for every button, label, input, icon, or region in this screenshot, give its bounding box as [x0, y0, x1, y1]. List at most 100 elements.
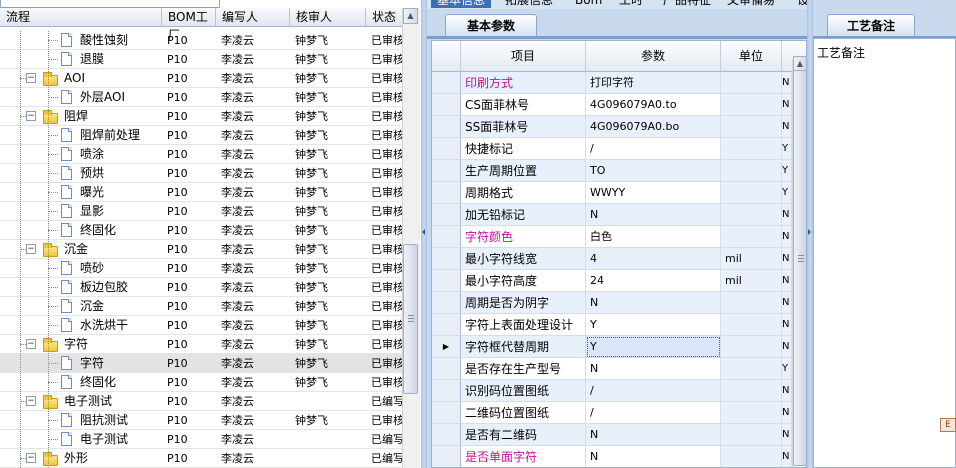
- param-value[interactable]: 打印字符: [586, 72, 721, 94]
- row-indicator[interactable]: [432, 292, 461, 314]
- tab-basic-info[interactable]: 基本信息: [431, 0, 492, 8]
- collapse-node-icon[interactable]: −: [26, 73, 36, 83]
- param-value[interactable]: 24: [586, 270, 721, 292]
- tree-row[interactable]: 电子测试 P10 李凌云 已编写: [0, 430, 402, 449]
- param-row[interactable]: 二维码位置图纸 / N: [432, 402, 806, 424]
- col-item[interactable]: 项目: [461, 41, 586, 72]
- tree-scrollbar[interactable]: ▲: [402, 8, 420, 468]
- row-indicator[interactable]: [432, 402, 461, 424]
- tab-process-remarks[interactable]: 工艺备注: [827, 14, 915, 36]
- param-row[interactable]: 字符上表面处理设计 Y N: [432, 314, 806, 336]
- param-row[interactable]: 是否存在生产型号 N Y: [432, 358, 806, 380]
- collapse-node-icon[interactable]: −: [26, 111, 36, 121]
- tree-row[interactable]: 退膜 P10 李凌云 钟梦飞 已审核: [0, 50, 402, 69]
- tree-row[interactable]: 阻抗测试 P10 李凌云 钟梦飞 已审核: [0, 411, 402, 430]
- param-row[interactable]: ▶ 字符框代替周期 Y N: [432, 336, 806, 358]
- param-value[interactable]: N: [586, 446, 721, 467]
- scroll-thumb[interactable]: [403, 244, 418, 394]
- tree-row[interactable]: 板边包胶 P10 李凌云 钟梦飞 已审核: [0, 278, 402, 297]
- tree-row[interactable]: − 沉金 P10 李凌云 钟梦飞 已审核: [0, 240, 402, 259]
- row-indicator[interactable]: ▶: [432, 336, 461, 358]
- param-row[interactable]: 周期是否为阴字 N N: [432, 292, 806, 314]
- collapse-node-icon[interactable]: −: [26, 339, 36, 349]
- param-value[interactable]: /: [586, 380, 721, 402]
- row-indicator[interactable]: [432, 116, 461, 138]
- tree-row[interactable]: 水洗烘干 P10 李凌云 钟梦飞 已审核: [0, 316, 402, 335]
- row-indicator[interactable]: [432, 248, 461, 270]
- tab-features[interactable]: 产品特征: [663, 0, 711, 8]
- param-value[interactable]: N: [586, 292, 721, 314]
- collapse-left-icon[interactable]: [422, 229, 425, 235]
- grid-scroll-thumb[interactable]: [793, 70, 806, 466]
- param-value[interactable]: Y: [586, 314, 721, 336]
- tree-row[interactable]: 预烘 P10 李凌云 钟梦飞 已审核: [0, 164, 402, 183]
- param-value[interactable]: N: [586, 204, 721, 226]
- tree-row[interactable]: 终固化 P10 李凌云 钟梦飞 已审核: [0, 373, 402, 392]
- row-indicator[interactable]: [432, 182, 461, 204]
- tree-row[interactable]: 曝光 P10 李凌云 钟梦飞 已审核: [0, 183, 402, 202]
- row-indicator[interactable]: [432, 270, 461, 292]
- col-param[interactable]: 参数: [586, 41, 721, 72]
- param-value[interactable]: 4: [586, 248, 721, 270]
- collapse-node-icon[interactable]: −: [26, 396, 36, 406]
- tree-row[interactable]: 喷涂 P10 李凌云 钟梦飞 已审核: [0, 145, 402, 164]
- col-author[interactable]: 编写人: [216, 8, 290, 26]
- param-row[interactable]: 加无铅标记 N N: [432, 204, 806, 226]
- row-indicator[interactable]: [432, 226, 461, 248]
- col-process[interactable]: 流程: [0, 8, 162, 26]
- scroll-up-icon[interactable]: ▲: [403, 8, 418, 24]
- tree-filter-box[interactable]: [0, 0, 220, 8]
- tree-row[interactable]: 显影 P10 李凌云 钟梦飞 已审核: [0, 202, 402, 221]
- tree-row[interactable]: 终固化 P10 李凌云 钟梦飞 已审核: [0, 221, 402, 240]
- param-value[interactable]: /: [586, 402, 721, 424]
- tree-row[interactable]: − 字符 P10 李凌云 钟梦飞 已审核: [0, 335, 402, 354]
- param-value[interactable]: TO: [586, 160, 721, 182]
- col-status[interactable]: 状态: [366, 8, 406, 26]
- param-value[interactable]: N: [586, 358, 721, 380]
- param-row[interactable]: SS面菲林号 4G096079A0.bo N: [432, 116, 806, 138]
- row-indicator[interactable]: [432, 446, 461, 467]
- row-indicator[interactable]: [432, 314, 461, 336]
- param-value[interactable]: /: [586, 138, 721, 160]
- tree-row[interactable]: − 外形 P10 李凌云 已编写: [0, 449, 402, 468]
- param-row[interactable]: 生产周期位置 TO Y: [432, 160, 806, 182]
- param-row[interactable]: 是否有二维码 N N: [432, 424, 806, 446]
- row-indicator[interactable]: [432, 138, 461, 160]
- param-value[interactable]: 白色: [586, 226, 721, 248]
- tab-basic-params[interactable]: 基本参数: [445, 14, 537, 36]
- param-value[interactable]: N: [586, 424, 721, 446]
- tree-row[interactable]: 沉金 P10 李凌云 钟梦飞 已审核: [0, 297, 402, 316]
- row-indicator[interactable]: [432, 160, 461, 182]
- collapse-right-icon[interactable]: [808, 229, 811, 235]
- tree-row[interactable]: 字符 P10 李凌云 钟梦飞 已审核: [0, 354, 402, 373]
- row-indicator[interactable]: [432, 94, 461, 116]
- param-row[interactable]: 字符颜色 白色 N: [432, 226, 806, 248]
- tree-row[interactable]: − AOI P10 李凌云 钟梦飞 已审核: [0, 69, 402, 88]
- param-row[interactable]: CS面菲林号 4G096079A0.to N: [432, 94, 806, 116]
- col-reviewer[interactable]: 核审人: [290, 8, 366, 26]
- row-indicator[interactable]: [432, 204, 461, 226]
- param-row[interactable]: 快捷标记 / Y: [432, 138, 806, 160]
- tab-hours[interactable]: 工时: [619, 0, 643, 8]
- tab-bom[interactable]: Bom: [575, 0, 602, 8]
- param-value[interactable]: WWYY: [586, 182, 721, 204]
- tree-row[interactable]: 阻焊前处理 P10 李凌云 钟梦飞 已审核: [0, 126, 402, 145]
- row-indicator[interactable]: [432, 358, 461, 380]
- tree-row[interactable]: 喷砂 P10 李凌云 钟梦飞 已审核: [0, 259, 402, 278]
- tree-row[interactable]: − 电子测试 P10 李凌云 已编写: [0, 392, 402, 411]
- param-row[interactable]: 最小字符高度 24 mil N: [432, 270, 806, 292]
- param-value[interactable]: 4G096079A0.to: [586, 94, 721, 116]
- param-row[interactable]: 周期格式 WWYY Y: [432, 182, 806, 204]
- collapse-node-icon[interactable]: −: [26, 453, 36, 463]
- collapse-node-icon[interactable]: −: [26, 244, 36, 254]
- row-indicator[interactable]: [432, 380, 461, 402]
- col-unit[interactable]: 单位: [721, 41, 782, 72]
- col-bom-factory[interactable]: BOM工厂: [162, 8, 216, 42]
- remarks-editor[interactable]: 工艺备注: [813, 38, 956, 468]
- tree-row[interactable]: 酸性蚀刻 P10 李凌云 钟梦飞 已审核: [0, 31, 402, 50]
- param-row[interactable]: 印刷方式 打印字符 N: [432, 72, 806, 94]
- tree-row[interactable]: − 阻焊 P10 李凌云 钟梦飞 已审核: [0, 107, 402, 126]
- tab-extended-info[interactable]: 拓展信息: [505, 0, 553, 8]
- tab-equipment[interactable]: 设备備易: [797, 0, 807, 8]
- row-indicator[interactable]: [432, 424, 461, 446]
